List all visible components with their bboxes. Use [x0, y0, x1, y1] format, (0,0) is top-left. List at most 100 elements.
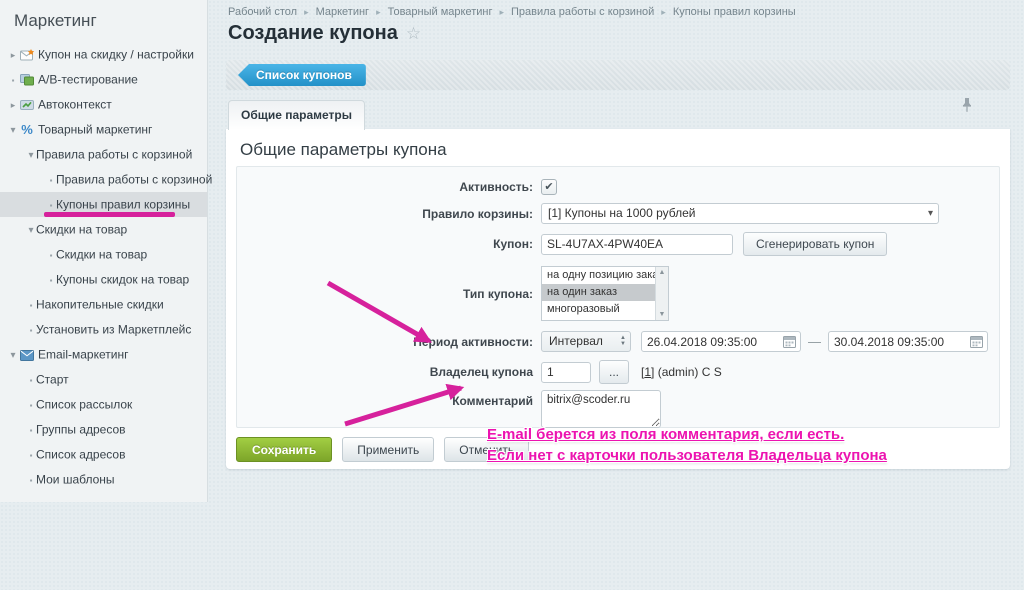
coupon-type-option-selected[interactable]: на один заказ [542, 284, 655, 301]
sidebar-item-label: Правила работы с корзиной [56, 172, 212, 186]
sidebar-item-label: Старт [36, 372, 69, 386]
sidebar-item-label: Товарный маркетинг [38, 122, 152, 136]
sidebar-item-label: Купоны скидок на товар [56, 272, 189, 286]
sidebar-item-label: Установить из Маркетплейс [36, 322, 191, 336]
sidebar-item-label: Накопительные скидки [36, 297, 164, 311]
sidebar: Маркетинг Купон на скидку / настройки A/… [0, 0, 208, 502]
sidebar-item-product-discounts-group[interactable]: Скидки на товар [0, 217, 207, 242]
comment-textarea[interactable]: bitrix@scoder.ru [541, 390, 661, 428]
breadcrumb-item[interactable]: Товарный маркетинг [388, 6, 493, 18]
sidebar-item-product-discounts[interactable]: Скидки на товар [0, 242, 207, 267]
sidebar-item-coupon-settings[interactable]: Купон на скидку / настройки [0, 42, 207, 67]
favorite-star-icon[interactable]: ☆ [406, 24, 421, 43]
breadcrumb-arrow-icon: ▸ [661, 7, 666, 17]
sidebar-item-label: A/B-тестирование [38, 72, 138, 86]
coupon-type-option[interactable]: на одну позицию заказа [542, 267, 655, 284]
coupon-label: Купон: [237, 237, 541, 251]
owner-user-link[interactable]: [1] (admin) C S [641, 365, 722, 379]
sidebar-item-address-groups[interactable]: Группы адресов [0, 417, 207, 442]
sidebar-item-label: Email-маркетинг [38, 347, 128, 361]
comment-label: Комментарий [237, 394, 541, 408]
period-mode-select[interactable]: Интервал ▲▼ [541, 331, 631, 352]
coupon-type-label: Тип купона: [237, 287, 541, 301]
bullet-icon [26, 368, 36, 393]
sidebar-item-cart-rules-group[interactable]: Правила работы с корзиной [0, 142, 207, 167]
bullet-icon [46, 168, 56, 193]
collapse-arrow-icon [8, 343, 18, 368]
active-period-label: Период активности: [237, 335, 541, 349]
sidebar-item-mailing-lists[interactable]: Список рассылок [0, 392, 207, 417]
bullet-icon [26, 318, 36, 343]
sidebar-item-my-templates[interactable]: Мои шаблоны [0, 467, 207, 492]
annotation-note: E-mail берется из поля комментария, если… [487, 424, 887, 466]
sidebar-item-cart-rules[interactable]: Правила работы с корзиной [0, 167, 207, 192]
bullet-icon [26, 468, 36, 493]
sidebar-item-install-marketplace[interactable]: Установить из Маркетплейс [0, 317, 207, 342]
breadcrumb-arrow-icon: ▸ [304, 7, 309, 17]
bullet-icon [26, 293, 36, 318]
sidebar-item-ab-testing[interactable]: A/B-тестирование [0, 67, 207, 92]
calendar-icon[interactable] [970, 335, 983, 353]
save-button[interactable]: Сохранить [236, 437, 332, 462]
activity-checkbox[interactable]: ✔ [541, 179, 557, 195]
autocontext-icon [18, 92, 36, 117]
sidebar-item-cumulative-discounts[interactable]: Накопительные скидки [0, 292, 207, 317]
owner-browse-button[interactable]: ... [599, 360, 629, 384]
cart-rule-select[interactable]: [1] Купоны на 1000 рублей [541, 203, 939, 224]
collapse-arrow-icon [26, 218, 36, 243]
context-toolbar: Список купонов [226, 60, 1010, 90]
pin-icon[interactable] [961, 97, 973, 118]
breadcrumb-item[interactable]: Купоны правил корзины [673, 6, 796, 18]
activity-label: Активность: [237, 180, 541, 194]
annotation-line: Если нет с карточки пользователя Владель… [487, 445, 887, 466]
generate-coupon-button[interactable]: Сгенерировать купон [743, 232, 887, 256]
sidebar-item-product-marketing[interactable]: %Товарный маркетинг [0, 117, 207, 142]
sidebar-item-label: Автоконтекст [38, 97, 112, 111]
calendar-icon[interactable] [783, 335, 796, 353]
expand-arrow-icon [8, 93, 18, 118]
sidebar-item-label: Правила работы с корзиной [36, 147, 192, 161]
scroll-down-icon: ▼ [659, 311, 666, 318]
sidebar-title: Маркетинг [0, 0, 207, 42]
sidebar-item-label: Скидки на товар [56, 247, 147, 261]
coupon-input[interactable] [541, 234, 733, 255]
sidebar-item-label: Список адресов [36, 447, 125, 461]
coupon-list-button[interactable]: Список купонов [238, 64, 366, 86]
ab-test-icon [18, 67, 36, 92]
bullet-icon [8, 68, 18, 93]
sidebar-item-label: Купон на скидку / настройки [38, 47, 194, 61]
breadcrumb-item[interactable]: Рабочий стол [228, 6, 297, 18]
bullet-icon [46, 268, 56, 293]
sidebar-item-label: Список рассылок [36, 397, 132, 411]
sidebar-item-product-discount-coupons[interactable]: Купоны скидок на товар [0, 267, 207, 292]
sidebar-item-address-list[interactable]: Список адресов [0, 442, 207, 467]
sidebar-item-label: Мои шаблоны [36, 472, 115, 486]
apply-button[interactable]: Применить [342, 437, 434, 462]
annotation-line: E-mail берется из поля комментария, если… [487, 424, 887, 445]
breadcrumb-item[interactable]: Правила работы с корзиной [511, 6, 654, 18]
sidebar-item-autocontext[interactable]: Автоконтекст [0, 92, 207, 117]
page-title: Создание купона☆ [228, 22, 421, 45]
tab-general-parameters[interactable]: Общие параметры [228, 100, 365, 130]
date-from-input[interactable] [641, 331, 801, 352]
coupon-type-option[interactable]: многоразовый [542, 301, 655, 318]
bullet-icon [46, 243, 56, 268]
coupon-mail-icon [18, 42, 36, 67]
sidebar-item-start[interactable]: Старт [0, 367, 207, 392]
sidebar-item-cart-rule-coupons[interactable]: Купоны правил корзины [0, 192, 207, 217]
date-range-dash: — [808, 334, 821, 349]
sidebar-item-email-marketing[interactable]: Email-маркетинг [0, 342, 207, 367]
listbox-scrollbar[interactable]: ▲ ▼ [655, 267, 668, 320]
cart-rule-label: Правило корзины: [237, 207, 541, 221]
coupon-type-listbox: на одну позицию заказа на один заказ мно… [541, 266, 669, 321]
breadcrumb-arrow-icon: ▸ [376, 7, 381, 17]
date-to-input[interactable] [828, 331, 988, 352]
expand-arrow-icon [8, 43, 18, 68]
sidebar-item-label: Скидки на товар [36, 222, 127, 236]
collapse-arrow-icon [8, 118, 18, 143]
spinner-arrows-icon: ▲▼ [620, 335, 626, 347]
sidebar-item-label: Купоны правил корзины [56, 197, 190, 211]
coupon-owner-input[interactable] [541, 362, 591, 383]
breadcrumb-item[interactable]: Маркетинг [316, 6, 369, 18]
bullet-icon [26, 393, 36, 418]
